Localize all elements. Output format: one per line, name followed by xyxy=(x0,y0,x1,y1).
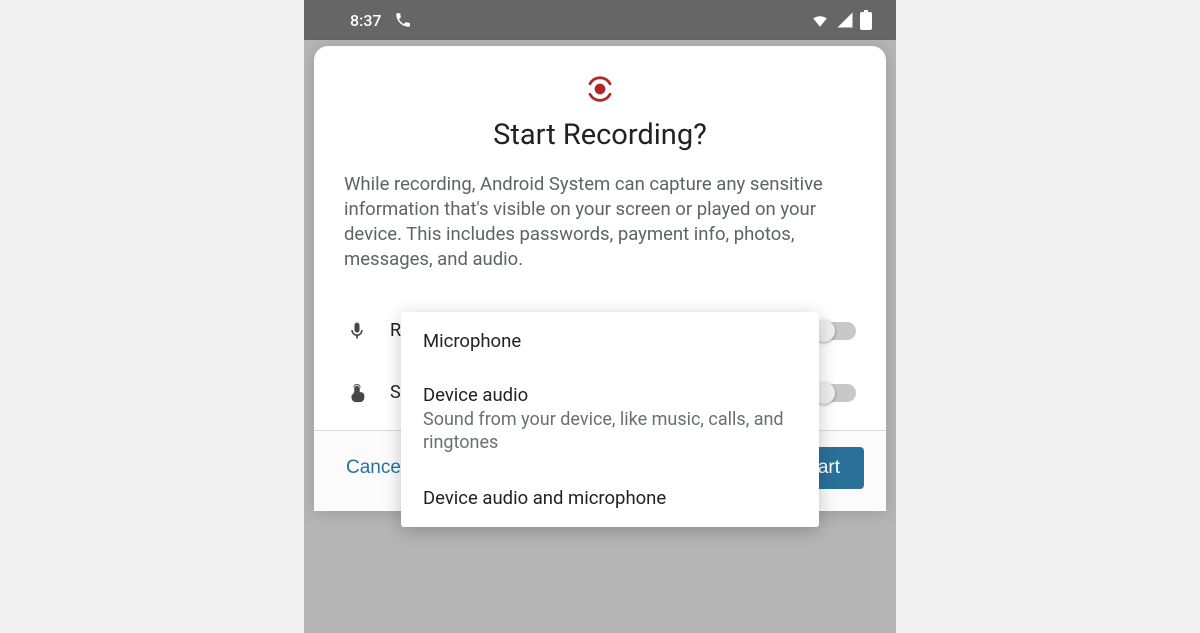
show-touches-toggle[interactable] xyxy=(814,384,856,402)
status-time: 8:37 xyxy=(350,11,382,30)
dialog-description: While recording, Android System can capt… xyxy=(344,172,856,272)
popup-item-device-audio[interactable]: Device audio Sound from your device, lik… xyxy=(401,370,819,473)
popup-item-sub: Sound from your device, like music, call… xyxy=(423,408,797,455)
phone-icon xyxy=(394,11,412,29)
status-right xyxy=(810,10,872,30)
status-left: 8:37 xyxy=(350,11,412,30)
popup-item-label: Device audio and microphone xyxy=(423,487,797,509)
popup-item-microphone[interactable]: Microphone xyxy=(401,312,819,370)
status-bar: 8:37 xyxy=(304,0,896,40)
audio-source-popup: Microphone Device audio Sound from your … xyxy=(401,312,819,527)
touch-icon xyxy=(344,380,370,406)
dialog-title: Start Recording? xyxy=(344,118,856,152)
popup-item-both[interactable]: Device audio and microphone xyxy=(401,473,819,527)
microphone-icon xyxy=(344,318,370,344)
signal-icon xyxy=(836,11,854,29)
record-icon xyxy=(344,74,856,104)
popup-item-label: Device audio xyxy=(423,384,797,406)
phone-frame: 8:37 xyxy=(304,0,896,633)
battery-icon xyxy=(860,10,872,30)
wifi-icon xyxy=(810,11,830,29)
popup-item-label: Microphone xyxy=(423,330,797,352)
record-audio-toggle[interactable] xyxy=(814,322,856,340)
